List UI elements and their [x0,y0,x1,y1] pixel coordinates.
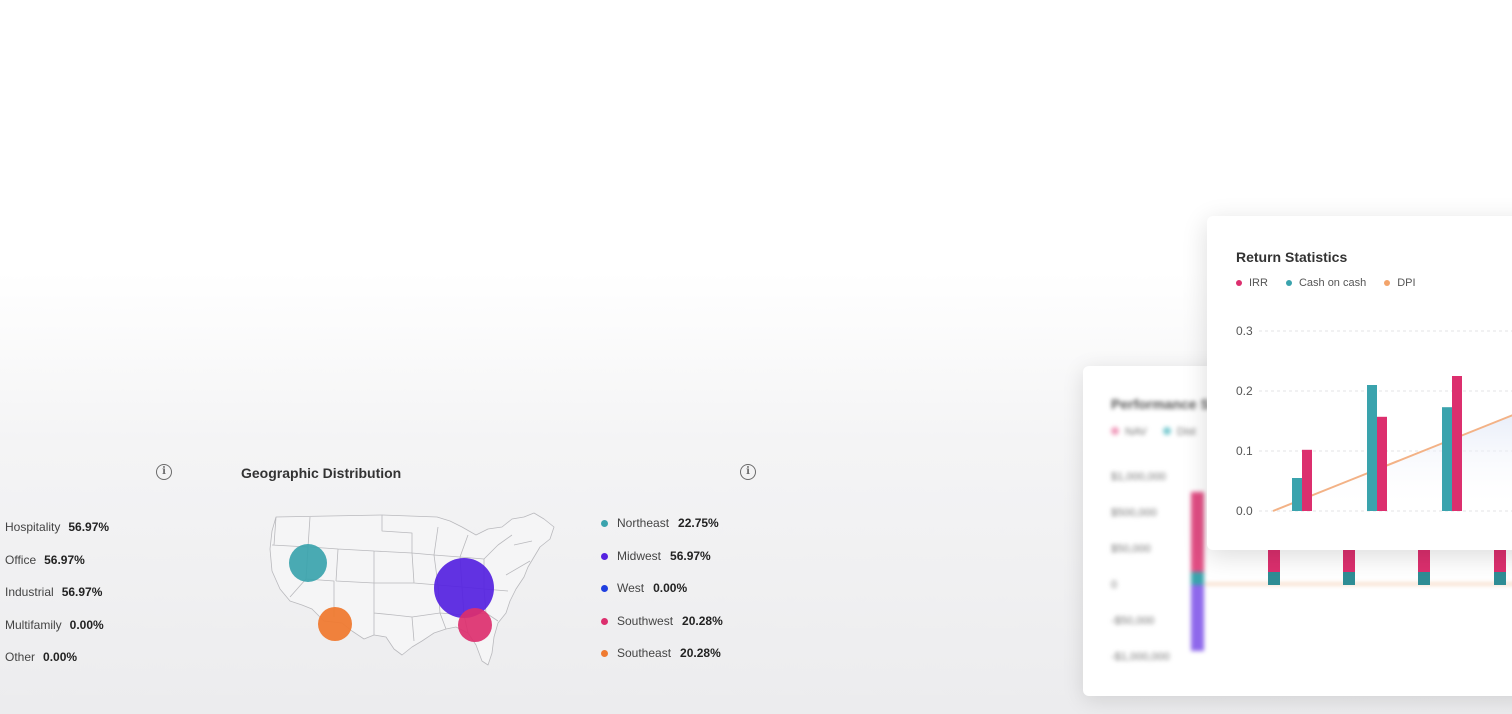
geographic-legend: Northeast 22.75% Midwest 56.97% West 0.0… [601,516,723,679]
bar-stack [1494,550,1506,585]
list-item: Multifamily 0.00% [5,618,109,651]
region-value: 20.28% [680,646,721,660]
property-type-info-button[interactable]: i [156,464,172,480]
property-type-label: Other [5,650,36,664]
legend-dot [601,552,608,560]
region-value: 56.97% [670,548,711,563]
bar-stack [1343,550,1355,585]
geographic-distribution-title: Geographic Distribution [241,465,402,481]
region-label: Southwest [617,613,674,628]
bar-stack [1268,550,1280,585]
region-label: West [617,581,645,595]
y-tick-label: 0.3 [1236,324,1253,338]
bar-irr [1377,416,1387,511]
bar-cash-on-cash [1442,407,1452,511]
property-type-value: 0.00% [43,650,78,664]
info-icon: i [740,464,756,480]
region-bubble-southeast [318,607,352,641]
y-tick-label: 0.1 [1236,444,1253,458]
region-label: Midwest [617,548,662,563]
return-statistics-card: Return Statistics IRR Cash on cash DPI 0… [1207,216,1512,550]
list-item: Office 56.97% [5,553,109,586]
list-item: Other 0.00% [5,650,109,683]
property-type-value: 56.97% [68,520,110,534]
return-statistics-chart: 0.3 0.2 0.1 0.0 [1236,324,1512,518]
us-map-outline [269,512,555,666]
legend-dot [601,585,608,592]
info-icon: i [156,464,172,480]
legend-item: Midwest 56.97% [601,549,723,582]
legend-dot [601,617,608,625]
region-value: 22.75% [678,516,719,530]
y-tick-label: 0.0 [1236,504,1253,518]
property-type-value: 0.00% [69,617,104,632]
legend-dot [601,650,608,657]
legend-dot [601,520,608,527]
property-type-label: Industrial [5,585,54,599]
bar-cash-on-cash [1367,385,1377,511]
legend-item: West 0.00% [601,581,723,614]
property-type-value: 56.97% [61,585,103,599]
legend-item: Southwest 20.28% [601,614,723,647]
list-item: Hospitality 56.97% [5,520,109,553]
bar-stack [1418,550,1430,585]
region-bubble-midwest [434,558,494,618]
legend-item: Northeast 22.75% [601,516,723,549]
region-bubble-southwest [458,608,492,642]
property-type-label: Office [5,552,37,567]
region-label: Northeast [617,516,670,530]
bar-cash-on-cash [1292,478,1302,511]
property-type-label: Multifamily [5,617,62,632]
region-value: 20.28% [682,613,723,628]
region-value: 0.00% [653,581,688,595]
property-type-label: Hospitality [5,520,61,534]
legend-item: Southeast 20.28% [601,646,723,679]
region-label: Southeast [617,646,672,660]
geographic-info-button[interactable]: i [740,464,756,480]
property-type-list: Hospitality 56.97% Office 56.97% Industria… [5,520,109,683]
bar-irr [1302,449,1312,511]
y-tick-label: 0.2 [1236,384,1253,398]
property-type-value: 56.97% [44,552,85,567]
region-bubble-northeast [289,544,327,582]
list-item: Industrial 56.97% [5,585,109,618]
us-map [269,512,555,666]
bar-irr [1452,376,1462,511]
